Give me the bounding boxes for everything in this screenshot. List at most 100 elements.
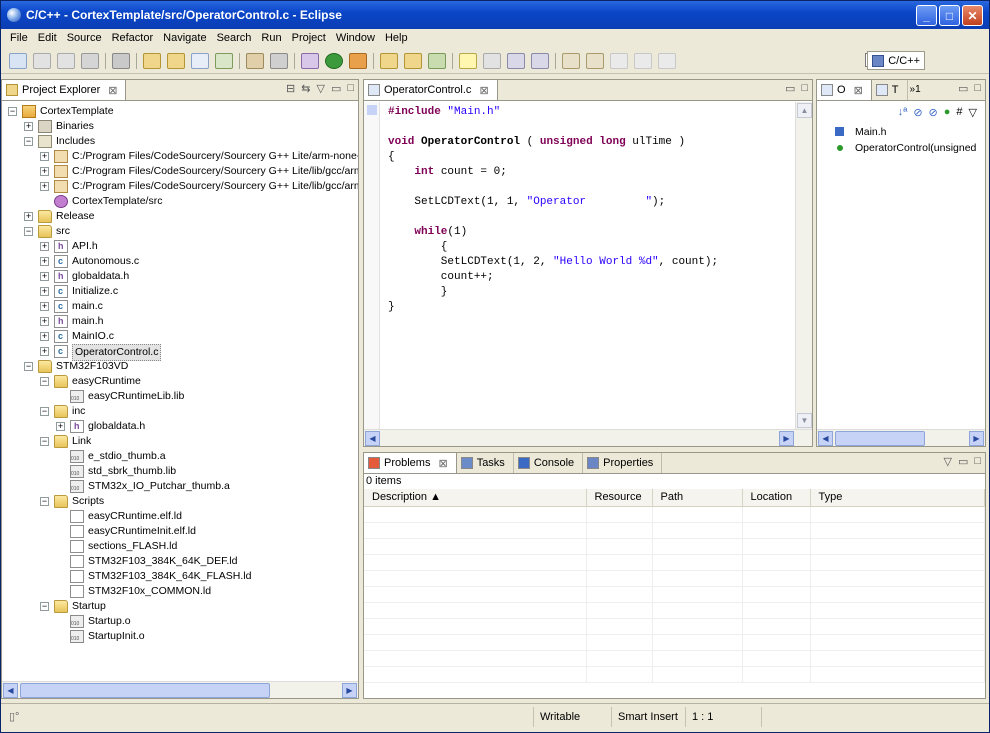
tree-item[interactable]: − Scripts	[2, 494, 358, 509]
toggle-mark-occurrences-icon[interactable]	[459, 52, 477, 69]
hide-fields-icon[interactable]: ⊘	[913, 106, 922, 119]
tree-item[interactable]: easyCRuntimeInit.elf.ld	[2, 524, 358, 539]
tree-item[interactable]: CortexTemplate/src	[2, 194, 358, 209]
expand-icon[interactable]: +	[40, 332, 49, 341]
code-line[interactable]: }	[388, 285, 448, 300]
menu-file[interactable]: File	[5, 32, 33, 44]
expand-icon[interactable]: +	[40, 272, 49, 281]
tree-item[interactable]: STM32F103_384K_64K_FLASH.ld	[2, 569, 358, 584]
scroll-thumb[interactable]	[20, 683, 270, 698]
code-line[interactable]: SetLCDText(1, 2, "Hello World %d", count…	[388, 255, 718, 270]
column-header-description[interactable]: Description ▲	[364, 489, 587, 507]
tree-item[interactable]: + C:/Program Files/CodeSourcery/Sourcery …	[2, 179, 358, 194]
expand-icon[interactable]: +	[40, 347, 49, 356]
menu-edit[interactable]: Edit	[33, 32, 62, 44]
expand-icon[interactable]: +	[40, 302, 49, 311]
collapse-icon[interactable]: −	[24, 137, 33, 146]
collapse-icon[interactable]: −	[8, 107, 17, 116]
menu-navigate[interactable]: Navigate	[158, 32, 211, 44]
editor-horizontal-scrollbar[interactable]: ◀ ▶	[364, 429, 812, 446]
tree-item[interactable]: − Link	[2, 434, 358, 449]
tab-properties[interactable]: Properties	[583, 453, 663, 473]
hide-nonpublic-icon[interactable]: ●	[944, 106, 951, 118]
maximize-view-icon[interactable]: □	[974, 455, 981, 468]
save-all-icon[interactable]	[57, 52, 75, 69]
print-icon[interactable]	[81, 52, 99, 69]
save-icon[interactable]	[33, 52, 51, 69]
menu-window[interactable]: Window	[331, 32, 380, 44]
title-bar[interactable]: C/C++ - CortexTemplate/src/OperatorContr…	[1, 1, 989, 29]
scroll-right-icon[interactable]: ▶	[342, 683, 357, 698]
code-area[interactable]: #include "Main.h" void OperatorControl ( …	[364, 102, 812, 429]
scroll-right-icon[interactable]: ▶	[779, 431, 794, 446]
tree-item[interactable]: + Autonomous.c	[2, 254, 358, 269]
hide-macros-icon[interactable]: #	[956, 106, 962, 118]
collapse-icon[interactable]: −	[40, 602, 49, 611]
tree-item[interactable]: e_stdio_thumb.a	[2, 449, 358, 467]
tree-item[interactable]: std_sbrk_thumb.lib	[2, 464, 358, 482]
tree-item[interactable]: + main.h	[2, 314, 358, 329]
problems-table[interactable]: Description ▲ Resource Path Location Type	[364, 489, 985, 683]
minimize-button[interactable]: _	[916, 5, 937, 26]
outline-horizontal-scrollbar[interactable]: ◀ ▶	[817, 429, 985, 446]
scroll-thumb[interactable]	[835, 431, 925, 446]
collapse-icon[interactable]: −	[40, 377, 49, 386]
outline-tab[interactable]: O ⊠	[817, 80, 872, 100]
scroll-up-icon[interactable]: ▲	[797, 103, 812, 118]
collapse-icon[interactable]: −	[40, 497, 49, 506]
close-button[interactable]: ✕	[962, 5, 983, 26]
tree-item[interactable]: − src	[2, 224, 358, 239]
menu-help[interactable]: Help	[380, 32, 413, 44]
tree-item[interactable]: + C:/Program Files/CodeSourcery/Sourcery …	[2, 149, 358, 164]
maximize-view-icon[interactable]: □	[974, 82, 981, 95]
open-type-icon[interactable]	[380, 52, 398, 69]
tree-item[interactable]: + main.c	[2, 299, 358, 314]
forward-icon[interactable]	[658, 52, 676, 69]
tree-item[interactable]: + globaldata.h	[2, 269, 358, 284]
link-editor-icon[interactable]: ⇆	[301, 82, 310, 95]
tree-item[interactable]: − easyCRuntime	[2, 374, 358, 389]
menu-project[interactable]: Project	[287, 32, 331, 44]
code-line[interactable]: while(1)	[388, 225, 467, 240]
fast-view-icon[interactable]: ▯°	[9, 710, 19, 723]
tree-item[interactable]: STM32F103_384K_64K_DEF.ld	[2, 554, 358, 569]
next-annotation-icon[interactable]	[562, 52, 580, 69]
menu-source[interactable]: Source	[62, 32, 107, 44]
maximize-view-icon[interactable]: □	[801, 82, 808, 95]
tree-item[interactable]: + Binaries	[2, 119, 358, 134]
tree-item[interactable]: sections_FLASH.ld	[2, 539, 358, 554]
outline-tree[interactable]: Main.h OperatorControl(unsigned	[827, 124, 985, 156]
tree-item[interactable]: + Initialize.c	[2, 284, 358, 299]
new-source-file-icon[interactable]	[191, 52, 209, 69]
tab-tasks[interactable]: Tasks	[456, 453, 514, 473]
new-class-icon[interactable]	[215, 52, 233, 69]
type-hierarchy-tab[interactable]: T	[871, 80, 908, 100]
previous-annotation-icon[interactable]	[586, 52, 604, 69]
code-line[interactable]: void OperatorControl ( unsigned long ulT…	[388, 135, 685, 150]
scroll-right-icon[interactable]: ▶	[969, 431, 984, 446]
expand-icon[interactable]: +	[40, 152, 49, 161]
tab-console[interactable]: Console	[513, 453, 584, 473]
close-tab-icon[interactable]: ⊠	[479, 84, 488, 97]
column-header-path[interactable]: Path	[652, 489, 743, 507]
close-tab-icon[interactable]: ⊠	[854, 84, 863, 97]
show-whitespace-icon[interactable]	[507, 52, 525, 69]
editor-tab-operatorcontrol[interactable]: OperatorControl.c ⊠	[364, 80, 498, 100]
menu-refactor[interactable]: Refactor	[107, 32, 159, 44]
collapse-icon[interactable]: −	[40, 437, 49, 446]
maximize-button[interactable]: □	[939, 5, 960, 26]
minimize-view-icon[interactable]: ▭	[331, 82, 341, 95]
build-config-icon[interactable]	[246, 52, 264, 69]
expand-icon[interactable]: +	[56, 422, 65, 431]
show-block-icon[interactable]	[531, 52, 549, 69]
last-edit-icon[interactable]	[610, 52, 628, 69]
tree-item[interactable]: − STM32F103VD	[2, 359, 358, 374]
sort-icon[interactable]: ↓ª	[898, 106, 908, 118]
column-header-type[interactable]: Type	[810, 489, 985, 507]
menu-search[interactable]: Search	[212, 32, 257, 44]
new-folder-icon[interactable]	[167, 52, 185, 69]
tree-item[interactable]: StartupInit.o	[2, 629, 358, 647]
external-tools-icon[interactable]	[349, 52, 367, 69]
tree-item[interactable]: + C:/Program Files/CodeSourcery/Sourcery …	[2, 164, 358, 179]
close-tab-icon[interactable]: ⊠	[438, 457, 447, 470]
